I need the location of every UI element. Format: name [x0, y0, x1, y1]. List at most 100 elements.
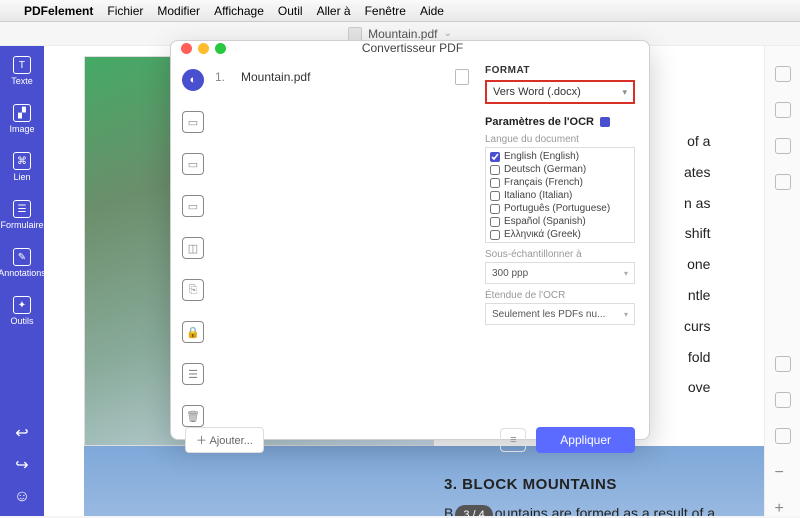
format-label: FORMAT: [485, 65, 635, 76]
right-toolbar: − +: [764, 46, 800, 516]
close-icon[interactable]: [181, 43, 192, 54]
grid-icon[interactable]: [775, 66, 791, 82]
bookmark-icon[interactable]: [775, 138, 791, 154]
downsample-select[interactable]: 300 ppp▾: [485, 262, 635, 284]
document-title: Mountain.pdf: [368, 27, 437, 41]
downsample-label: Sous-échantillonner à: [485, 249, 635, 260]
tool-label: Texte: [11, 76, 33, 86]
format-trash-icon[interactable]: 🗑: [182, 405, 204, 427]
file-list: 1. Mountain.pdf: [215, 55, 479, 427]
plus-icon[interactable]: +: [775, 500, 791, 516]
maximize-icon[interactable]: [215, 43, 226, 54]
file-index: 1.: [215, 70, 225, 84]
modal-format-rail: ◐ ▭ ▭ ▭ ◫ ⎘ 🔒 ☰ 🗑: [171, 55, 215, 427]
modal-titlebar: Convertisseur PDF: [171, 41, 649, 55]
tool-outils[interactable]: ✦ Outils: [10, 296, 33, 326]
lang-option-italian[interactable]: Italiano (Italian): [488, 189, 632, 202]
lang-checkbox[interactable]: [490, 204, 500, 214]
document-icon: [348, 27, 362, 41]
apply-button[interactable]: Appliquer: [536, 427, 635, 453]
tool-label: Outils: [10, 316, 33, 326]
list-icon[interactable]: [775, 174, 791, 190]
tool-annotations[interactable]: ✎Annotations: [0, 248, 46, 278]
text-icon: T: [13, 56, 31, 74]
tool-lien[interactable]: ⌘ Lien: [13, 152, 31, 182]
menu-fichier[interactable]: Fichier: [107, 4, 143, 18]
scope-select[interactable]: Seulement les PDFs nu...▾: [485, 303, 635, 325]
menu-outil[interactable]: Outil: [278, 4, 303, 18]
fit-icon[interactable]: [775, 356, 791, 372]
lang-option-german[interactable]: Deutsch (German): [488, 163, 632, 176]
add-button[interactable]: ＋ Ajouter...: [185, 427, 264, 453]
modal-footer: ＋ Ajouter... ≡ Appliquer: [171, 427, 649, 453]
chevron-down-icon[interactable]: ⌄: [444, 28, 452, 39]
ocr-toggle[interactable]: [600, 117, 610, 127]
scope-label: Étendue de l'OCR: [485, 290, 635, 301]
menu-aide[interactable]: Aide: [420, 4, 444, 18]
document-body: 3. BLOCK MOUNTAINS B3 / 4ountains are fo…: [444, 476, 744, 516]
undo-icon[interactable]: ↩: [13, 424, 31, 442]
language-list[interactable]: English (English) Deutsch (German) Franç…: [485, 147, 635, 243]
tool-texte[interactable]: T Texte: [11, 56, 33, 86]
lang-option-portuguese[interactable]: Português (Portuguese): [488, 202, 632, 215]
link-icon: ⌘: [13, 152, 31, 170]
minimize-icon[interactable]: [198, 43, 209, 54]
lang-checkbox[interactable]: [490, 230, 500, 240]
info-icon[interactable]: [775, 428, 791, 444]
format-xls-icon[interactable]: ▭: [182, 153, 204, 175]
chevron-down-icon: ▾: [624, 310, 628, 319]
convert-pdf-modal: Convertisseur PDF ◐ ▭ ▭ ▭ ◫ ⎘ 🔒 ☰ 🗑 1. M…: [170, 40, 650, 440]
lang-option-spanish[interactable]: Español (Spanish): [488, 215, 632, 228]
partial-text: of aatesn as shiftonentle cursfoldove: [684, 126, 710, 403]
menu-affichage[interactable]: Affichage: [214, 4, 264, 18]
lang-checkbox[interactable]: [490, 165, 500, 175]
menu-modifier[interactable]: Modifier: [157, 4, 200, 18]
format-img-icon[interactable]: ◫: [182, 237, 204, 259]
app-name[interactable]: PDFelement: [24, 4, 93, 18]
tool-label: Formulaire: [0, 220, 43, 230]
lang-checkbox[interactable]: [490, 191, 500, 201]
tool-formulaire[interactable]: ☰ Formulaire: [0, 200, 43, 230]
format-select[interactable]: Vers Word (.docx) ▾: [485, 80, 635, 104]
form-icon: ☰: [13, 200, 31, 218]
page-icon[interactable]: [775, 102, 791, 118]
format-lock-icon[interactable]: 🔒: [182, 321, 204, 343]
menu-aller-a[interactable]: Aller à: [317, 4, 351, 18]
ocr-heading: Paramètres de l'OCR: [485, 116, 635, 128]
format-doc-icon[interactable]: ▭: [182, 111, 204, 133]
lang-option-english[interactable]: English (English): [488, 150, 632, 163]
page-range-icon[interactable]: [455, 69, 469, 85]
user-icon[interactable]: ☺: [13, 488, 31, 506]
redo-icon[interactable]: ↪: [13, 456, 31, 474]
menu-fenetre[interactable]: Fenêtre: [365, 4, 406, 18]
file-name: Mountain.pdf: [241, 70, 310, 84]
chevron-down-icon: ▾: [624, 269, 628, 278]
layout-icon[interactable]: [775, 392, 791, 408]
tools-icon: ✦: [13, 296, 31, 314]
lang-option-greek[interactable]: Ελληνικά (Greek): [488, 228, 632, 241]
section-heading: 3. BLOCK MOUNTAINS: [444, 476, 744, 493]
modal-options: FORMAT Vers Word (.docx) ▾ Paramètres de…: [479, 55, 649, 427]
list-view-button[interactable]: ≡: [500, 428, 526, 452]
lang-checkbox[interactable]: [490, 217, 500, 227]
mac-menubar: PDFelement Fichier Modifier Affichage Ou…: [0, 0, 800, 22]
file-row[interactable]: 1. Mountain.pdf: [215, 69, 469, 85]
section-paragraph: B3 / 4ountains are formed as a result of…: [444, 501, 744, 516]
format-loading-icon[interactable]: ◐: [182, 69, 204, 91]
page-indicator[interactable]: 3 / 4: [455, 505, 492, 516]
tool-label: Image: [9, 124, 34, 134]
format-ppt-icon[interactable]: ▭: [182, 195, 204, 217]
lang-option-french[interactable]: Français (French): [488, 176, 632, 189]
format-other-icon[interactable]: ☰: [182, 363, 204, 385]
lang-checkbox[interactable]: [490, 152, 500, 162]
lang-checkbox[interactable]: [490, 178, 500, 188]
chevron-down-icon: ▾: [622, 87, 627, 98]
format-value: Vers Word (.docx): [493, 86, 581, 98]
annotation-icon: ✎: [13, 248, 31, 266]
tool-label: Lien: [13, 172, 30, 182]
format-txt-icon[interactable]: ⎘: [182, 279, 204, 301]
image-icon: ▞: [13, 104, 31, 122]
minus-icon[interactable]: −: [775, 464, 791, 480]
tool-image[interactable]: ▞ Image: [9, 104, 34, 134]
window-controls: [181, 43, 226, 54]
